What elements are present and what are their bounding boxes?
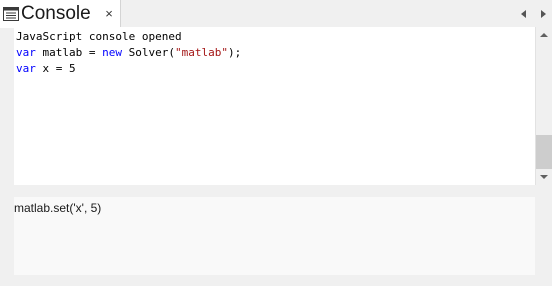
text-token: Solver( <box>121 46 175 59</box>
tab-title: Console <box>21 3 91 24</box>
string-token: "matlab" <box>174 46 228 59</box>
console-output[interactable]: JavaScript console opened var matlab = n… <box>14 27 536 185</box>
text-token: ); <box>227 46 242 59</box>
console-output-line: JavaScript console opened <box>16 30 182 43</box>
console-output-text: JavaScript console opened var matlab = n… <box>16 29 241 77</box>
scrollbar-thumb[interactable] <box>536 135 552 169</box>
triangle-left-icon[interactable] <box>519 8 529 20</box>
keyword-token: var <box>16 62 36 75</box>
scroll-up-arrow-icon[interactable] <box>536 27 552 43</box>
keyword-token: new <box>102 46 122 59</box>
scroll-down-arrow-icon[interactable] <box>536 169 552 185</box>
tab-console[interactable]: Console × <box>0 0 121 28</box>
text-token: matlab = <box>35 46 103 59</box>
console-window-icon <box>3 7 19 21</box>
vertical-scrollbar[interactable] <box>536 27 552 185</box>
console-output-line: var x = 5 <box>16 62 76 75</box>
close-icon[interactable]: × <box>103 7 115 21</box>
console-window: Console × JavaScript console opened var … <box>0 0 552 286</box>
triangle-right-icon[interactable] <box>538 8 548 20</box>
console-input[interactable]: matlab.set('x', 5) <box>14 197 535 275</box>
console-input-text: matlab.set('x', 5) <box>14 201 102 215</box>
console-output-line: var matlab = new Solver("matlab"); <box>16 46 241 59</box>
keyword-token: var <box>16 46 36 59</box>
text-token: x = 5 <box>35 62 76 75</box>
text-token: JavaScript console opened <box>16 30 182 43</box>
tab-strip: Console × <box>0 0 552 28</box>
